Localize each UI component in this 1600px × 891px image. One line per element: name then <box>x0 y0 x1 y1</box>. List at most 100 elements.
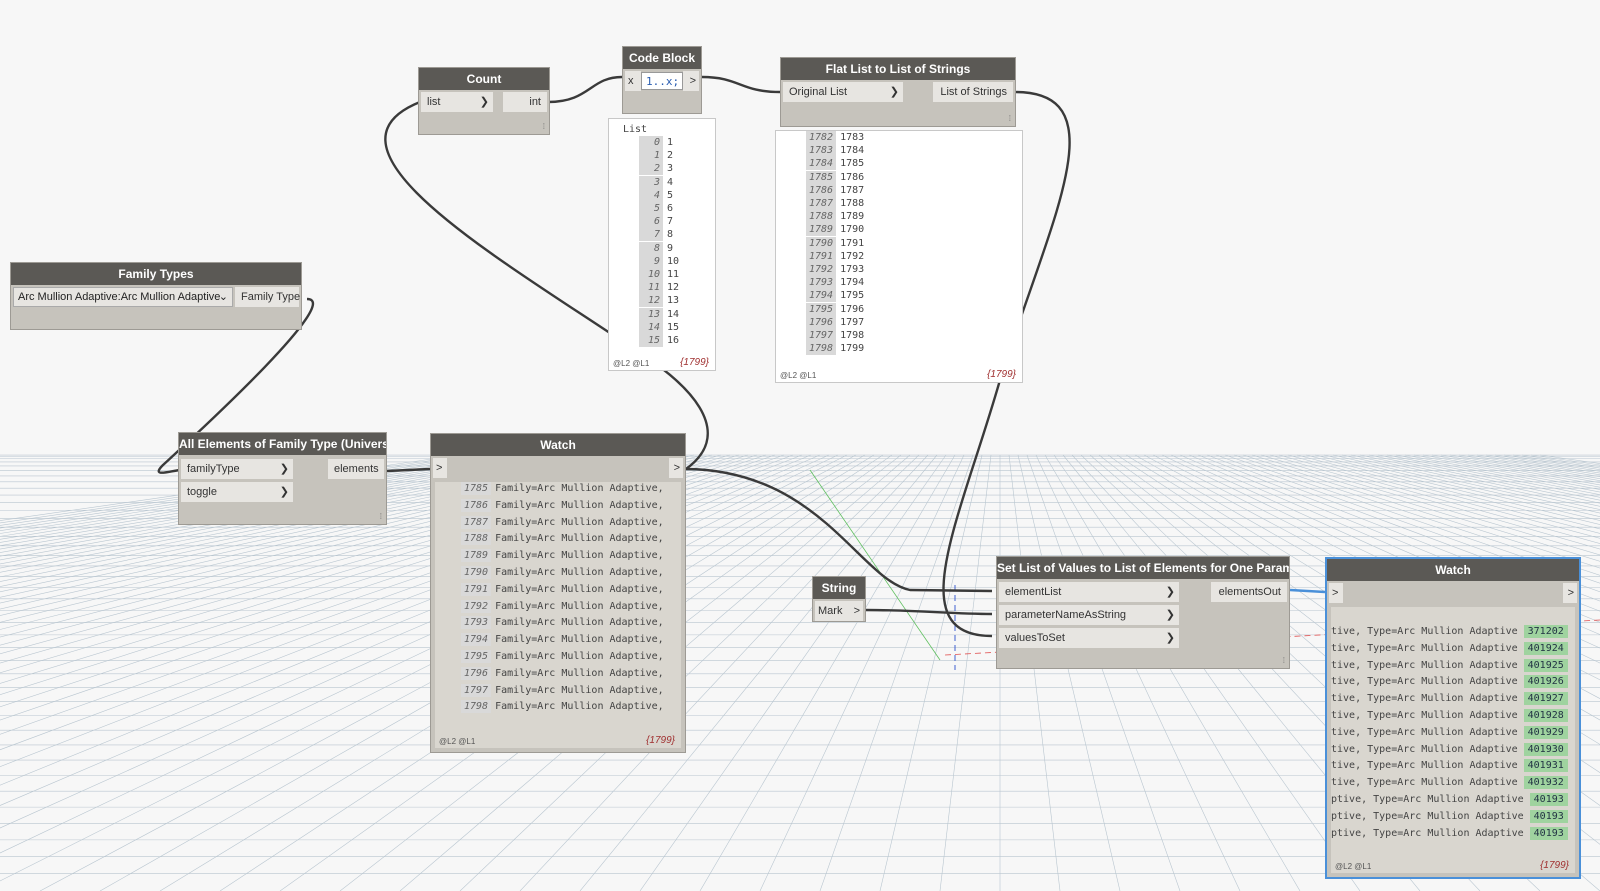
list-value: 1787 <box>840 184 865 196</box>
list-value: Family=Arc Mullion Adaptive, <box>495 600 664 612</box>
list-index: 1794 <box>461 633 492 647</box>
resize-handle-icon[interactable]: ⁞ <box>543 122 545 131</box>
element-id-badge[interactable]: 401929 <box>1523 725 1568 739</box>
input-port-original-list[interactable]: Original List ❯ <box>783 82 903 102</box>
input-port-list[interactable]: list ❯ <box>421 92 493 112</box>
list-value: 1 <box>667 137 674 148</box>
string-value-input[interactable]: Mark <box>815 601 849 621</box>
input-port-x[interactable]: x <box>625 71 641 91</box>
list-index: 1798 <box>806 342 837 356</box>
watch-preview[interactable]: tive, Type=Arc Mullion Adaptive 371202 tiv… <box>1331 607 1575 873</box>
list-index: 1793 <box>461 616 492 630</box>
watch-node-selected[interactable]: Watch > > tive, Type=Arc Mullion Adaptiv… <box>1325 557 1581 879</box>
output-port-int[interactable]: int <box>503 92 547 112</box>
list-value: 8 <box>667 229 674 241</box>
list-value: 1796 <box>840 303 865 315</box>
list-value: tive, Type=Arc Mullion Adaptive <box>1331 743 1518 755</box>
element-id-badge[interactable]: 401924 <box>1523 641 1568 655</box>
element-id-badge[interactable]: 401930 <box>1523 742 1568 756</box>
list-item: tive, Type=Arc Mullion Adaptive 401924 <box>1331 641 1568 655</box>
list-item: 1795 1796 <box>806 302 865 316</box>
watch-output-port[interactable]: > <box>669 458 683 478</box>
family-types-node[interactable]: Family Types Arc Mullion Adaptive:Arc Mu… <box>10 262 302 330</box>
list-value: Family=Arc Mullion Adaptive, <box>495 550 664 562</box>
list-value: 12 <box>667 282 680 294</box>
list-value: Family=Arc Mullion Adaptive, <box>495 567 664 578</box>
list-item: 67 <box>639 215 673 229</box>
input-port-values-to-set[interactable]: valuesToSet ❯ <box>999 628 1179 648</box>
resize-handle-icon[interactable]: ⁞ <box>380 512 382 521</box>
list-item: 12 <box>639 149 673 163</box>
list-item: 45 <box>639 188 673 202</box>
flat-list-preview[interactable]: 1782 1783 1783 1784 1784 1785 1785 1786 1786 1787… <box>775 130 1023 383</box>
code-block-node[interactable]: Code Block x 1..x; > <box>622 46 702 114</box>
list-header: List <box>623 124 648 135</box>
watch-preview[interactable]: 1785 Family=Arc Mullion Adaptive, 1786 Fami… <box>435 482 681 748</box>
output-port[interactable]: > <box>683 71 699 91</box>
family-type-dropdown[interactable]: Arc Mullion Adaptive:Arc Mullion Adaptiv… <box>13 287 233 307</box>
list-value: tive, Type=Arc Mullion Adaptive <box>1331 659 1518 671</box>
input-port-element-list[interactable]: elementList ❯ <box>999 582 1179 602</box>
flat-list-node[interactable]: Flat List to List of Strings Original Li… <box>780 57 1016 127</box>
output-port-elements[interactable]: elements <box>328 459 384 479</box>
input-port-toggle[interactable]: toggle ❯ <box>181 482 293 502</box>
list-index: 14 <box>639 320 663 334</box>
all-elements-node[interactable]: All Elements of Family Type (Universal) … <box>178 432 387 525</box>
element-id-badge[interactable]: 40193 <box>1529 809 1568 823</box>
code-block-preview[interactable]: List 0 1 1 2 2 3 3 4 4 5 5 6 6 7 7 8 8 9 9 10 10 11 11 12 12 13 13… <box>608 118 716 371</box>
code-editor[interactable]: 1..x; <box>641 72 683 90</box>
element-id-badge[interactable]: 401931 <box>1523 759 1568 773</box>
list-index: 1795 <box>461 650 492 663</box>
chevron-right-icon: ❯ <box>279 463 289 475</box>
node-title: Count <box>419 68 549 90</box>
list-index: 1792 <box>461 599 492 613</box>
output-port-elements-out[interactable]: elementsOut <box>1211 582 1287 602</box>
watch-input-port[interactable]: > <box>433 458 447 478</box>
output-port-family-type[interactable]: Family Type <box>235 287 300 307</box>
output-port-list-of-strings[interactable]: List of Strings <box>933 82 1013 102</box>
resize-handle-icon[interactable]: ⁞ <box>1009 114 1011 123</box>
input-port-family-type[interactable]: familyType ❯ <box>181 459 293 479</box>
chevron-right-icon: ❯ <box>279 486 289 498</box>
list-item: tive, Type=Arc Mullion Adaptive 401927 <box>1331 692 1568 706</box>
list-index: 1784 <box>806 157 837 171</box>
list-index: 15 <box>639 334 663 347</box>
chevron-right-icon: ❯ <box>889 86 899 98</box>
node-title: Watch <box>1327 559 1579 581</box>
element-id-badge[interactable]: 401932 <box>1523 776 1568 790</box>
list-value: 1792 <box>840 250 865 262</box>
element-id-badge[interactable]: 40193 <box>1529 793 1568 806</box>
list-item: 11 12 <box>639 281 680 295</box>
watch-input-port[interactable]: > <box>1329 583 1343 603</box>
element-id-badge[interactable]: 401925 <box>1523 658 1568 672</box>
string-node[interactable]: String Mark > <box>812 576 866 622</box>
count-node[interactable]: Count list ❯ int ⁞ <box>418 67 550 135</box>
element-id-badge[interactable]: 401928 <box>1523 709 1568 722</box>
list-value: 14 <box>667 308 680 320</box>
element-id-badge[interactable]: 401926 <box>1523 675 1568 689</box>
set-list-values-node[interactable]: Set List of Values to List of Elements f… <box>996 556 1290 669</box>
list-value: tive, Type=Arc Mullion Adaptive <box>1331 777 1518 789</box>
resize-handle-icon[interactable]: ⁞ <box>1283 656 1285 665</box>
list-item: 1787 Family=Arc Mullion Adaptive, <box>461 515 664 529</box>
list-item: 12 13 <box>639 294 679 308</box>
element-id-badge[interactable]: 40193 <box>1529 826 1568 840</box>
list-value: Family=Arc Mullion Adaptive, <box>495 499 664 511</box>
list-value: 10 <box>667 255 680 267</box>
list-item: 23 <box>639 162 673 176</box>
output-port-string[interactable]: > <box>849 601 863 621</box>
list-index: 1796 <box>806 315 837 329</box>
element-id-badge[interactable]: 371202 <box>1523 625 1568 638</box>
input-port-parameter-name[interactable]: parameterNameAsString ❯ <box>999 605 1179 625</box>
list-value: 1795 <box>840 290 865 302</box>
item-count: {1799} <box>646 735 675 746</box>
list-value: tive, Type=Arc Mullion Adaptive <box>1331 710 1518 721</box>
watch-node[interactable]: Watch > > 1785 Family=Arc Mullion Adaptiv… <box>430 433 686 753</box>
element-id-badge[interactable]: 401927 <box>1523 692 1568 706</box>
watch-output-port[interactable]: > <box>1563 583 1577 603</box>
list-index: 1 <box>639 149 663 163</box>
list-item: ptive, Type=Arc Mullion Adaptive 40193 <box>1331 793 1568 806</box>
list-item: 78 <box>639 228 674 242</box>
list-item: 1786 Family=Arc Mullion Adaptive, <box>461 498 664 512</box>
node-title: Flat List to List of Strings <box>781 58 1015 80</box>
